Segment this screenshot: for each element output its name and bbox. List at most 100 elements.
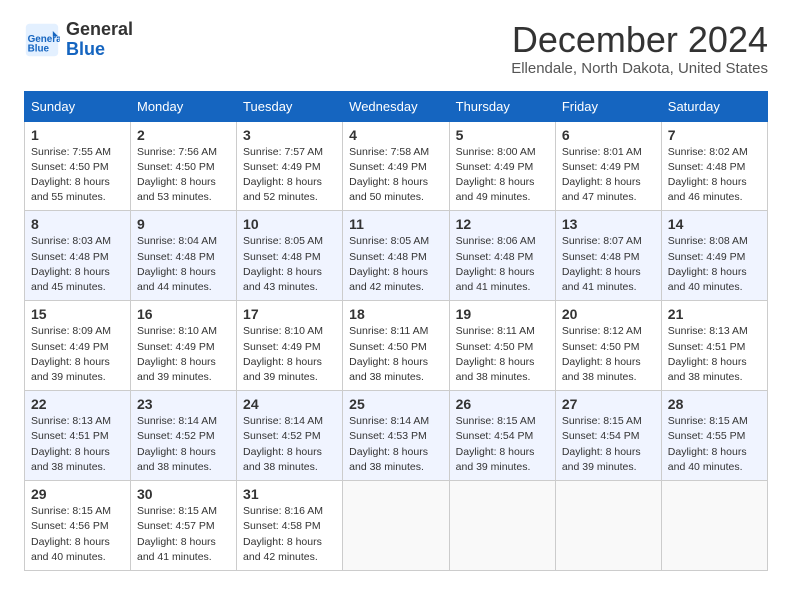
day-info: Sunrise: 8:10 AM Sunset: 4:49 PM Dayligh… xyxy=(243,324,336,385)
calendar-cell: 12 Sunrise: 8:06 AM Sunset: 4:48 PM Dayli… xyxy=(449,211,555,301)
day-number: 11 xyxy=(349,216,442,232)
day-info: Sunrise: 8:06 AM Sunset: 4:48 PM Dayligh… xyxy=(456,234,549,295)
calendar-cell xyxy=(555,481,661,571)
day-number: 12 xyxy=(456,216,549,232)
day-number: 27 xyxy=(562,396,655,412)
calendar-week-4: 22Sunrise: 8:13 AM Sunset: 4:51 PM Dayli… xyxy=(25,391,768,481)
day-info: Sunrise: 8:13 AM Sunset: 4:51 PM Dayligh… xyxy=(31,414,124,475)
calendar-cell: 20 Sunrise: 8:12 AM Sunset: 4:50 PM Dayli… xyxy=(555,301,661,391)
calendar-cell: 6 Sunrise: 8:01 AM Sunset: 4:49 PM Daylig… xyxy=(555,121,661,211)
logo-text: General xyxy=(66,20,133,40)
svg-text:Blue: Blue xyxy=(28,43,50,54)
day-info: Sunrise: 8:08 AM Sunset: 4:49 PM Dayligh… xyxy=(668,234,761,295)
day-number: 2 xyxy=(137,127,230,143)
calendar-cell: 30 Sunrise: 8:15 AM Sunset: 4:57 PM Dayli… xyxy=(131,481,237,571)
day-number: 30 xyxy=(137,486,230,502)
calendar-cell: 9 Sunrise: 8:04 AM Sunset: 4:48 PM Daylig… xyxy=(131,211,237,301)
day-number: 31 xyxy=(243,486,336,502)
day-number: 6 xyxy=(562,127,655,143)
calendar-body: 1 Sunrise: 7:55 AM Sunset: 4:50 PM Daylig… xyxy=(25,121,768,570)
calendar-cell: 11 Sunrise: 8:05 AM Sunset: 4:48 PM Dayli… xyxy=(343,211,449,301)
calendar-cell: 5Sunrise: 8:00 AM Sunset: 4:49 PM Daylig… xyxy=(449,121,555,211)
day-info: Sunrise: 7:55 AM Sunset: 4:50 PM Dayligh… xyxy=(31,145,124,206)
day-info: Sunrise: 8:05 AM Sunset: 4:48 PM Dayligh… xyxy=(349,234,442,295)
day-info: Sunrise: 8:04 AM Sunset: 4:48 PM Dayligh… xyxy=(137,234,230,295)
calendar-cell xyxy=(343,481,449,571)
day-info: Sunrise: 8:15 AM Sunset: 4:57 PM Dayligh… xyxy=(137,504,230,565)
calendar-cell xyxy=(661,481,767,571)
calendar-cell: 7 Sunrise: 8:02 AM Sunset: 4:48 PM Daylig… xyxy=(661,121,767,211)
logo: General Blue General Blue xyxy=(24,20,133,60)
calendar-cell: 3 Sunrise: 7:57 AM Sunset: 4:49 PM Daylig… xyxy=(237,121,343,211)
day-info: Sunrise: 7:57 AM Sunset: 4:49 PM Dayligh… xyxy=(243,145,336,206)
calendar-cell: 31 Sunrise: 8:16 AM Sunset: 4:58 PM Dayli… xyxy=(237,481,343,571)
column-header-wednesday: Wednesday xyxy=(343,91,449,121)
day-number: 20 xyxy=(562,306,655,322)
day-number: 29 xyxy=(31,486,124,502)
day-info: Sunrise: 8:09 AM Sunset: 4:49 PM Dayligh… xyxy=(31,324,124,385)
day-info: Sunrise: 8:16 AM Sunset: 4:58 PM Dayligh… xyxy=(243,504,336,565)
day-info: Sunrise: 8:15 AM Sunset: 4:55 PM Dayligh… xyxy=(668,414,761,475)
column-header-tuesday: Tuesday xyxy=(237,91,343,121)
day-number: 17 xyxy=(243,306,336,322)
calendar-cell: 22Sunrise: 8:13 AM Sunset: 4:51 PM Dayli… xyxy=(25,391,131,481)
calendar-header: SundayMondayTuesdayWednesdayThursdayFrid… xyxy=(25,91,768,121)
day-info: Sunrise: 8:14 AM Sunset: 4:53 PM Dayligh… xyxy=(349,414,442,475)
calendar-cell: 25 Sunrise: 8:14 AM Sunset: 4:53 PM Dayli… xyxy=(343,391,449,481)
day-number: 25 xyxy=(349,396,442,412)
day-number: 10 xyxy=(243,216,336,232)
day-info: Sunrise: 7:58 AM Sunset: 4:49 PM Dayligh… xyxy=(349,145,442,206)
column-header-sunday: Sunday xyxy=(25,91,131,121)
day-info: Sunrise: 8:11 AM Sunset: 4:50 PM Dayligh… xyxy=(349,324,442,385)
calendar-cell: 10Sunrise: 8:05 AM Sunset: 4:48 PM Dayli… xyxy=(237,211,343,301)
day-number: 9 xyxy=(137,216,230,232)
day-number: 8 xyxy=(31,216,124,232)
day-number: 23 xyxy=(137,396,230,412)
calendar-cell: 21Sunrise: 8:13 AM Sunset: 4:51 PM Dayli… xyxy=(661,301,767,391)
day-info: Sunrise: 8:15 AM Sunset: 4:54 PM Dayligh… xyxy=(562,414,655,475)
day-info: Sunrise: 8:12 AM Sunset: 4:50 PM Dayligh… xyxy=(562,324,655,385)
day-number: 13 xyxy=(562,216,655,232)
day-number: 7 xyxy=(668,127,761,143)
day-number: 19 xyxy=(456,306,549,322)
calendar-cell: 19 Sunrise: 8:11 AM Sunset: 4:50 PM Dayli… xyxy=(449,301,555,391)
day-number: 1 xyxy=(31,127,124,143)
calendar-week-2: 8 Sunrise: 8:03 AM Sunset: 4:48 PM Daylig… xyxy=(25,211,768,301)
column-header-friday: Friday xyxy=(555,91,661,121)
calendar-cell: 28 Sunrise: 8:15 AM Sunset: 4:55 PM Dayli… xyxy=(661,391,767,481)
location-title: Ellendale, North Dakota, United States xyxy=(511,60,768,77)
column-header-saturday: Saturday xyxy=(661,91,767,121)
day-info: Sunrise: 8:03 AM Sunset: 4:48 PM Dayligh… xyxy=(31,234,124,295)
logo-text-blue: Blue xyxy=(66,40,133,60)
day-number: 3 xyxy=(243,127,336,143)
calendar-week-3: 15 Sunrise: 8:09 AM Sunset: 4:49 PM Dayli… xyxy=(25,301,768,391)
day-info: Sunrise: 8:13 AM Sunset: 4:51 PM Dayligh… xyxy=(668,324,761,385)
day-info: Sunrise: 8:07 AM Sunset: 4:48 PM Dayligh… xyxy=(562,234,655,295)
calendar-cell: 14Sunrise: 8:08 AM Sunset: 4:49 PM Dayli… xyxy=(661,211,767,301)
day-info: Sunrise: 8:02 AM Sunset: 4:48 PM Dayligh… xyxy=(668,145,761,206)
calendar-cell: 29 Sunrise: 8:15 AM Sunset: 4:56 PM Dayli… xyxy=(25,481,131,571)
day-info: Sunrise: 8:00 AM Sunset: 4:49 PM Dayligh… xyxy=(456,145,549,206)
title-area: December 2024 Ellendale, North Dakota, U… xyxy=(511,20,768,77)
month-title: December 2024 xyxy=(511,20,768,60)
calendar-cell: 8 Sunrise: 8:03 AM Sunset: 4:48 PM Daylig… xyxy=(25,211,131,301)
calendar-table: SundayMondayTuesdayWednesdayThursdayFrid… xyxy=(24,91,768,571)
day-number: 26 xyxy=(456,396,549,412)
calendar-cell: 17 Sunrise: 8:10 AM Sunset: 4:49 PM Dayli… xyxy=(237,301,343,391)
calendar-week-5: 29 Sunrise: 8:15 AM Sunset: 4:56 PM Dayli… xyxy=(25,481,768,571)
day-number: 4 xyxy=(349,127,442,143)
day-number: 15 xyxy=(31,306,124,322)
day-info: Sunrise: 8:14 AM Sunset: 4:52 PM Dayligh… xyxy=(243,414,336,475)
day-info: Sunrise: 8:01 AM Sunset: 4:49 PM Dayligh… xyxy=(562,145,655,206)
calendar-cell: 23Sunrise: 8:14 AM Sunset: 4:52 PM Dayli… xyxy=(131,391,237,481)
day-number: 18 xyxy=(349,306,442,322)
day-info: Sunrise: 8:11 AM Sunset: 4:50 PM Dayligh… xyxy=(456,324,549,385)
calendar-cell: 2Sunrise: 7:56 AM Sunset: 4:50 PM Daylig… xyxy=(131,121,237,211)
column-header-monday: Monday xyxy=(131,91,237,121)
day-number: 24 xyxy=(243,396,336,412)
header-row: SundayMondayTuesdayWednesdayThursdayFrid… xyxy=(25,91,768,121)
calendar-cell: 15 Sunrise: 8:09 AM Sunset: 4:49 PM Dayli… xyxy=(25,301,131,391)
day-info: Sunrise: 8:15 AM Sunset: 4:56 PM Dayligh… xyxy=(31,504,124,565)
calendar-cell: 13 Sunrise: 8:07 AM Sunset: 4:48 PM Dayli… xyxy=(555,211,661,301)
day-number: 28 xyxy=(668,396,761,412)
